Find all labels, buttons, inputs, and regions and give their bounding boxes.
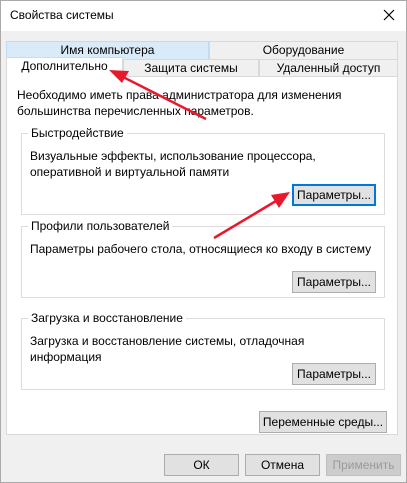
group-title: Быстродействие [28,125,127,141]
performance-group: Быстродействие Визуальные эффекты, испол… [21,125,385,215]
apply-button[interactable]: Применить [326,454,401,476]
tab-label: Удаленный доступ [276,61,381,75]
cancel-button[interactable]: Отмена [245,454,320,476]
group-description: Загрузка и восстановление системы, отлад… [30,334,305,364]
performance-settings-button[interactable]: Параметры... [292,184,376,206]
tab-remote-access[interactable]: Удаленный доступ [259,59,398,76]
environment-variables-button[interactable]: Переменные среды... [259,411,387,433]
window-title: Свойства системы [10,8,114,22]
title-bar: Свойства системы [1,1,406,31]
group-description: Параметры рабочего стола, относящиеся ко… [30,242,372,256]
close-icon [383,9,395,21]
profiles-settings-button[interactable]: Параметры... [292,271,376,293]
admin-rights-note: Необходимо иметь права администратора дл… [17,88,342,118]
tab-hardware[interactable]: Оборудование [209,41,398,59]
system-properties-window: Свойства системы Имя компьютера Оборудов… [0,0,407,483]
group-title: Загрузка и восстановление [28,310,186,326]
group-description: Визуальные эффекты, использование процес… [30,149,316,179]
tab-system-protection[interactable]: Защита системы [123,59,259,76]
close-button[interactable] [378,5,400,25]
tab-advanced[interactable]: Дополнительно [6,57,123,77]
tab-label: Защита системы [144,61,238,75]
startup-recovery-group: Загрузка и восстановление Загрузка и вос… [21,310,385,390]
tab-panel-advanced: Необходимо иметь права администратора дл… [6,76,398,435]
startup-settings-button[interactable]: Параметры... [292,363,376,385]
ok-button[interactable]: ОК [164,454,239,476]
user-profiles-group: Профили пользователей Параметры рабочего… [21,218,385,298]
tab-label: Дополнительно [21,59,108,73]
tab-label: Оборудование [262,43,345,57]
tab-label: Имя компьютера [60,43,155,57]
group-title: Профили пользователей [28,218,173,234]
